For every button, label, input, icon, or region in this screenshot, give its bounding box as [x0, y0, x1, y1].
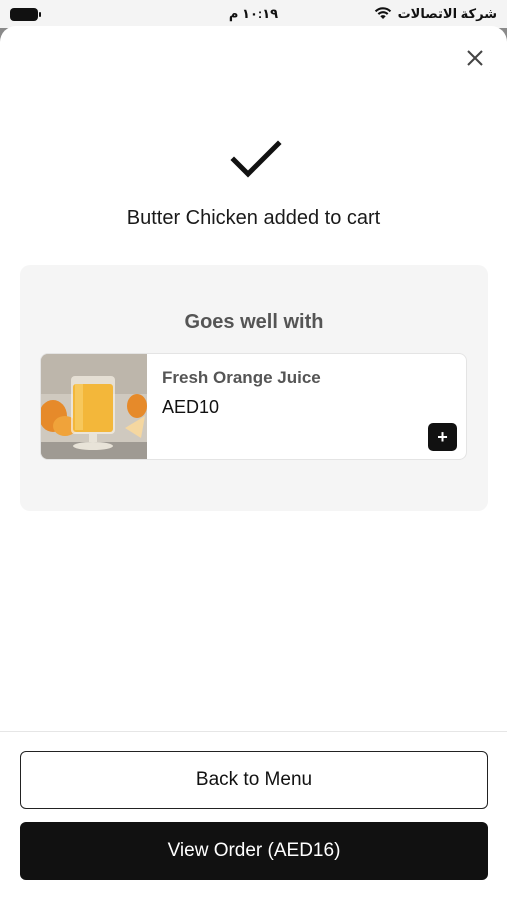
carrier-name: شركة الاتصالات [397, 6, 497, 21]
checkmark-icon [230, 140, 282, 178]
confirmation-message: Butter Chicken added to cart [126, 207, 381, 229]
upsell-title: Goes well with [184, 311, 324, 333]
divider [0, 731, 507, 732]
added-to-cart-sheet: Butter Chicken added to cart Goes well w… [0, 26, 507, 900]
product-name: Fresh Orange Juice [162, 368, 321, 387]
battery-icon [10, 7, 41, 21]
orange-juice-photo [41, 354, 147, 459]
wifi-icon [374, 6, 392, 23]
product-price: AED10 [162, 397, 220, 417]
status-carrier-group: شركة الاتصالات [374, 6, 497, 23]
close-button[interactable] [463, 46, 487, 70]
close-icon [467, 50, 483, 66]
product-card[interactable]: Fresh Orange Juice AED10 + [40, 353, 467, 460]
status-time: ١٠:١٩ م [228, 6, 279, 21]
upsell-section: Goes well with Fresh Orange Juice AED10 … [20, 265, 488, 511]
add-to-cart-button[interactable]: + [428, 423, 457, 451]
back-to-menu-button[interactable]: Back to Menu [20, 751, 488, 809]
status-bar: ١٠:١٩ م شركة الاتصالات [0, 0, 507, 28]
view-order-button[interactable]: View Order (AED16) [20, 822, 488, 880]
